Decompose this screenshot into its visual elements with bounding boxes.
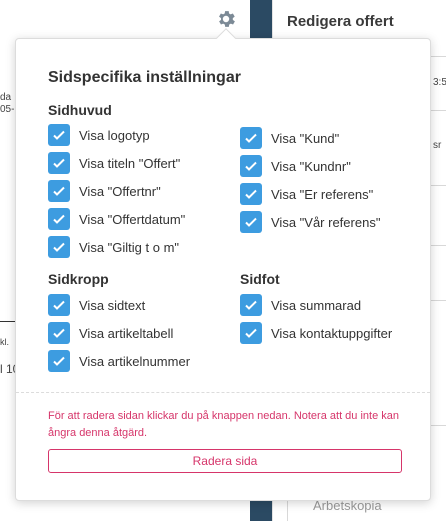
option-show-article-table[interactable]: Visa artikeltabell xyxy=(48,322,173,344)
option-label: Visa "Offertnr" xyxy=(79,183,161,199)
right-panel-title: Redigera offert xyxy=(287,13,394,30)
option-label: Visa sidtext xyxy=(79,297,146,313)
section-title-header: Sidhuvud xyxy=(48,102,112,118)
check-icon xyxy=(53,158,65,168)
section-title-body: Sidkropp xyxy=(48,271,109,287)
option-label: Visa "Giltig t o m" xyxy=(79,239,180,255)
checkbox-checked[interactable] xyxy=(240,155,262,177)
option-label: Visa "Offertdatum" xyxy=(79,211,186,227)
option-show-title[interactable]: Visa titeln "Offert" xyxy=(48,152,180,174)
option-label: Visa artikelnummer xyxy=(79,353,191,369)
checkbox-checked[interactable] xyxy=(48,152,70,174)
check-icon xyxy=(245,161,257,171)
check-icon xyxy=(53,328,65,338)
option-label: Visa artikeltabell xyxy=(79,325,174,341)
check-icon xyxy=(53,356,65,366)
checkbox-checked[interactable] xyxy=(48,180,70,202)
page-text-fragment: sr xyxy=(433,140,442,151)
page-text-fragment: kl. xyxy=(0,337,9,347)
check-icon xyxy=(53,242,65,252)
option-show-offer-number[interactable]: Visa "Offertnr" xyxy=(48,180,161,202)
option-show-offer-date[interactable]: Visa "Offertdatum" xyxy=(48,208,185,230)
page-text-fragment: da xyxy=(0,92,12,103)
checkbox-checked[interactable] xyxy=(240,211,262,233)
option-show-page-text[interactable]: Visa sidtext xyxy=(48,294,145,316)
delete-page-button[interactable]: Radera sida xyxy=(48,449,402,473)
checkbox-checked[interactable] xyxy=(48,124,70,146)
popover-title: Sidspecifika inställningar xyxy=(48,69,241,86)
check-icon xyxy=(53,214,65,224)
option-show-customer[interactable]: Visa "Kund" xyxy=(240,127,339,149)
delete-warning-text: För att radera sidan klickar du på knapp… xyxy=(48,410,399,439)
divider xyxy=(16,392,430,393)
checkbox-checked[interactable] xyxy=(48,236,70,258)
check-icon xyxy=(53,300,65,310)
check-icon xyxy=(245,133,257,143)
option-show-contact-details[interactable]: Visa kontaktuppgifter xyxy=(240,322,392,344)
option-label: Visa "Kund" xyxy=(271,130,340,146)
gear-icon[interactable] xyxy=(215,8,237,30)
option-show-article-number[interactable]: Visa artikelnummer xyxy=(48,350,190,372)
checkbox-checked[interactable] xyxy=(240,183,262,205)
check-icon xyxy=(245,217,257,227)
checkbox-checked[interactable] xyxy=(48,350,70,372)
checkbox-checked[interactable] xyxy=(240,294,262,316)
option-label: Visa summarad xyxy=(271,297,362,313)
option-label: Visa logotyp xyxy=(79,127,150,143)
check-icon xyxy=(53,130,65,140)
option-label: Visa "Kundnr" xyxy=(271,158,351,174)
page-text-fragment: 3:5 xyxy=(433,77,446,88)
option-label: Visa titeln "Offert" xyxy=(79,155,181,171)
page-text-fragment: 05- xyxy=(0,104,15,115)
section-title-footer: Sidfot xyxy=(240,271,280,287)
check-icon xyxy=(245,328,257,338)
checkbox-checked[interactable] xyxy=(48,294,70,316)
checkbox-checked[interactable] xyxy=(240,127,262,149)
check-icon xyxy=(53,186,65,196)
option-label: Visa kontaktuppgifter xyxy=(271,325,393,341)
option-label: Visa "Er referens" xyxy=(271,186,374,202)
option-label: Visa "Vår referens" xyxy=(271,214,381,230)
option-show-valid-until[interactable]: Visa "Giltig t o m" xyxy=(48,236,179,258)
table-edge xyxy=(0,321,16,322)
checkbox-checked[interactable] xyxy=(240,322,262,344)
checkbox-checked[interactable] xyxy=(48,322,70,344)
option-show-our-reference[interactable]: Visa "Vår referens" xyxy=(240,211,380,233)
option-show-logo[interactable]: Visa logotyp xyxy=(48,124,150,146)
option-show-your-reference[interactable]: Visa "Er referens" xyxy=(240,183,373,205)
option-show-summary-row[interactable]: Visa summarad xyxy=(240,294,361,316)
check-icon xyxy=(245,189,257,199)
checkbox-checked[interactable] xyxy=(48,208,70,230)
option-show-customer-number[interactable]: Visa "Kundnr" xyxy=(240,155,351,177)
check-icon xyxy=(245,300,257,310)
page-settings-popover: Sidspecifika inställningar Sidhuvud Visa… xyxy=(15,28,431,501)
